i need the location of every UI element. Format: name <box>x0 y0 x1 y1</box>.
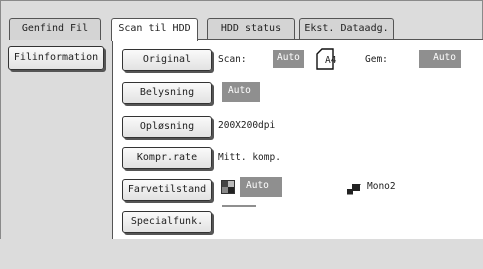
file-information-button[interactable]: Filinformation <box>8 46 104 70</box>
tab-scan-til-hdd[interactable]: Scan til HDD <box>111 18 198 41</box>
mono-value: Mono2 <box>367 181 396 192</box>
separator-line <box>222 205 256 207</box>
lower-area <box>0 239 483 269</box>
color-mode-icon <box>221 180 235 194</box>
scan-label: Scan: <box>218 54 247 65</box>
belysning-button[interactable]: Belysning <box>122 82 212 104</box>
belysning-value: Auto <box>222 82 260 102</box>
specialfunk-button[interactable]: Specialfunk. <box>122 211 212 233</box>
kompr-rate-button[interactable]: Kompr.rate <box>122 147 212 169</box>
farvetilstand-button[interactable]: Farvetilstand <box>122 179 212 201</box>
mono-icon <box>347 181 361 195</box>
gem-label: Gem: <box>365 54 388 65</box>
oplosning-button[interactable]: Opløsning <box>122 116 212 138</box>
tab-ekst-dataadg[interactable]: Ekst. Dataadg. <box>299 18 394 40</box>
farvetilstand-value: Auto <box>240 177 282 197</box>
original-button[interactable]: Original <box>122 49 212 71</box>
scan-value: Auto <box>273 50 304 68</box>
gem-value: Auto <box>419 50 461 68</box>
paper-size-value: A4 <box>325 55 337 66</box>
tab-genfind-fil[interactable]: Genfind Fil <box>9 18 101 40</box>
kompr-rate-value: Mitt. komp. <box>218 152 281 163</box>
oplosning-value: 200X200dpi <box>218 120 276 131</box>
tab-hdd-status[interactable]: HDD status <box>207 18 295 40</box>
